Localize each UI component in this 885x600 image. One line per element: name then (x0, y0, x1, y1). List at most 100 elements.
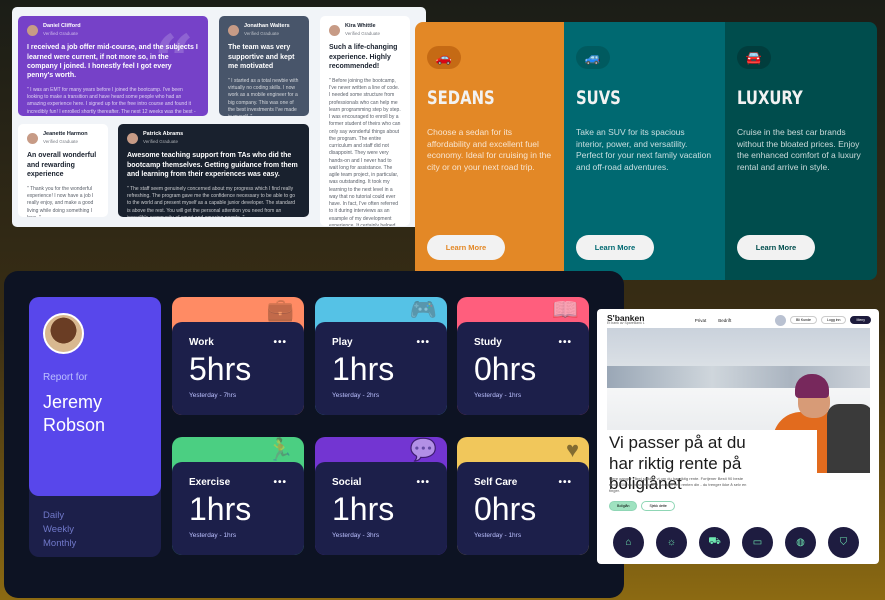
avatar (27, 24, 38, 36)
hero-title-line-1: Vi passer på at du (609, 433, 746, 452)
learn-more-button[interactable]: Learn More (576, 235, 654, 260)
avatar (127, 132, 138, 144)
activity-title: Self Care (474, 477, 518, 488)
activity-title: Play (332, 337, 353, 348)
car-description: Cruise in the best car brands without th… (737, 127, 861, 173)
car-title: LUXURY (737, 87, 803, 109)
home-icon[interactable]: ⌂ (613, 527, 644, 558)
activity-title: Exercise (189, 477, 231, 488)
check-button[interactable]: Sjekk dette (641, 501, 675, 511)
testimonial-card-daniel: “ Daniel Clifford Verified Graduate I rec… (18, 16, 208, 116)
period-monthly[interactable]: Monthly (43, 537, 147, 551)
testimonial-card-jeanette: Jeanette Harmon Verified Graduate An over… (18, 124, 108, 217)
testimonial-body: " I started as a total newbie with virtu… (228, 77, 299, 116)
testimonial-name: Daniel Clifford (43, 23, 81, 29)
activity-current: 1hrs (332, 491, 395, 527)
product-icons: ⌂ ☼ ⛟ ▭ ◍ ⛉ (613, 527, 859, 558)
testimonial-body: " The staff seem genuinely concerned abo… (127, 185, 296, 217)
ellipsis-icon[interactable]: ••• (416, 337, 430, 348)
ellipsis-icon[interactable]: ••• (416, 477, 430, 488)
testimonial-name: Kira Whittle (345, 23, 376, 29)
activity-current: 0hrs (474, 491, 537, 527)
avatar (228, 24, 239, 36)
activity-title: Social (332, 477, 362, 488)
activity-previous: Yesterday - 2hrs (332, 392, 380, 399)
login-button[interactable]: Logg inn (821, 316, 847, 324)
period-daily[interactable]: Daily (43, 509, 147, 523)
card-icon[interactable]: ▭ (742, 527, 773, 558)
learn-more-button[interactable]: Learn More (427, 235, 505, 260)
ellipsis-icon[interactable]: ••• (273, 337, 287, 348)
activity-previous: Yesterday - 1hrs (474, 392, 522, 399)
activity-card-exercise: 🏃 Exercise ••• 1hrs Yesterday - 1hrs (172, 437, 304, 555)
runner-icon: 🏃 (266, 437, 294, 462)
luxury-car-icon: 🚘 (737, 46, 771, 69)
activity-current: 0hrs (474, 351, 537, 387)
activity-previous: Yesterday - 7hrs (189, 392, 237, 399)
testimonial-role: Verified Graduate (345, 30, 381, 36)
period-weekly[interactable]: Weekly (43, 523, 147, 537)
testimonial-role: Verified Graduate (43, 30, 79, 36)
avatar (27, 132, 38, 144)
testimonial-body: " I was an EMT for many years before I j… (27, 86, 196, 116)
sun-icon[interactable]: ☼ (656, 527, 687, 558)
car-description: Take an SUV for its spacious interior, p… (576, 127, 712, 173)
activity-previous: Yesterday - 1hrs (189, 532, 237, 539)
shield-icon[interactable]: ⛉ (828, 527, 859, 558)
menu-button[interactable]: Meny (850, 316, 871, 324)
become-customer-button[interactable]: Bli Kunde (790, 316, 817, 324)
activity-current: 1hrs (189, 491, 252, 527)
testimonial-role: Verified Graduate (244, 30, 280, 36)
bank-logo[interactable]: S'banken Et bank av SpareBank 1 (607, 313, 645, 326)
testimonial-role: Verified Graduate (143, 138, 179, 144)
activity-card-work: 💼 Work ••• 5hrs Yesterday - 7hrs (172, 297, 304, 415)
profile-card: Report for Jeremy Robson Daily Weekly Mo… (29, 297, 161, 557)
ellipsis-icon[interactable]: ••• (558, 337, 572, 348)
avatar (329, 24, 340, 36)
activity-previous: Yesterday - 3hrs (332, 532, 380, 539)
activity-card-study: 📖 Study ••• 0hrs Yesterday - 1hrs (457, 297, 589, 415)
activity-card-self-care: ♥ Self Care ••• 0hrs Yesterday - 1hrs (457, 437, 589, 555)
activity-previous: Yesterday - 1hrs (474, 532, 522, 539)
briefcase-icon: 💼 (266, 297, 294, 322)
avatar (43, 313, 84, 354)
car-column-sedans: 🚗 SEDANS Choose a sedan for its affordab… (415, 22, 564, 280)
bank-logo-subtitle: Et bank av SpareBank 1 (607, 321, 645, 326)
nav-link-bedrift[interactable]: Bedrift (718, 318, 731, 323)
car-title: SUVS (576, 87, 621, 109)
car-column-suvs: 🚙 SUVS Take an SUV for its spacious inte… (564, 22, 725, 280)
testimonial-card-jonathan: Jonathan Walters Verified Graduate The te… (219, 16, 309, 116)
search-icon[interactable] (775, 314, 787, 326)
testimonial-headline: The team was very supportive and kept me… (228, 44, 295, 70)
testimonial-card-patrick: Patrick Abrams Verified Graduate Awesome … (118, 124, 309, 217)
chat-icon: 💬 (409, 437, 437, 462)
testimonial-headline: An overall wonderful and rewarding exper… (27, 152, 97, 178)
testimonial-name: Jonathan Walters (244, 23, 290, 29)
sedan-icon: 🚗 (427, 46, 461, 69)
car-column-luxury: 🚘 LUXURY Cruise in the best car brands w… (725, 22, 877, 280)
testimonial-card-kira: Kira Whittle Verified Graduate Such a lif… (320, 16, 410, 226)
nav-link-privat[interactable]: Privat (695, 318, 707, 323)
testimonial-body: " Before joining the bootcamp, I've neve… (329, 77, 401, 226)
ellipsis-icon[interactable]: ••• (558, 477, 572, 488)
car-rental-panel: 🚗 SEDANS Choose a sedan for its affordab… (415, 22, 877, 280)
book-icon: 📖 (551, 297, 579, 322)
activity-title: Study (474, 337, 502, 348)
activity-current: 1hrs (332, 351, 395, 387)
mortgage-button[interactable]: Boliglån (609, 501, 638, 511)
user-first-name: Jeremy (43, 392, 103, 412)
heart-icon: ♥ (565, 437, 579, 462)
activity-current: 5hrs (189, 351, 252, 387)
bank-navbar: S'banken Et bank av SpareBank 1 Privat Be… (607, 312, 871, 328)
testimonial-name: Jeanette Harmon (43, 131, 88, 137)
ellipsis-icon[interactable]: ••• (273, 477, 287, 488)
testimonial-body: " Thank you for the wonderful experience… (27, 185, 94, 217)
hero-text: Flere ganger i året sjekker vi om du har… (609, 476, 747, 493)
car-icon[interactable]: ⛟ (699, 527, 730, 558)
learn-more-button[interactable]: Learn More (737, 235, 815, 260)
activity-card-social: 💬 Social ••• 1hrs Yesterday - 3hrs (315, 437, 447, 555)
car-title: SEDANS (427, 87, 495, 109)
report-for-label: Report for (43, 372, 88, 383)
piggy-bank-icon[interactable]: ◍ (785, 527, 816, 558)
testimonials-panel: “ Daniel Clifford Verified Graduate I rec… (12, 7, 426, 227)
